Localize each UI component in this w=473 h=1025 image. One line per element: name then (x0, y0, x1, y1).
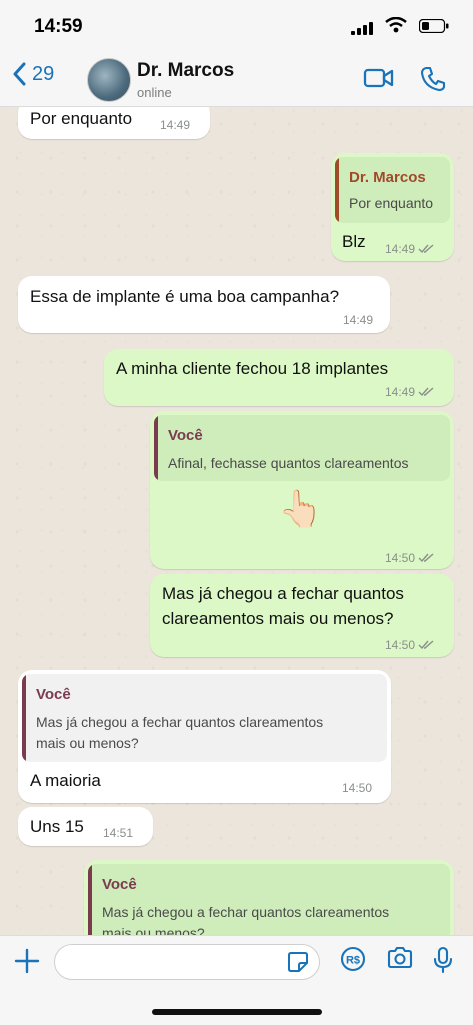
phone-call-icon[interactable] (420, 66, 446, 92)
video-call-icon[interactable] (363, 66, 395, 90)
message-incoming[interactable]: Uns 15 14:51 (18, 807, 153, 846)
quoted-text-line: mais ou menos? (36, 735, 139, 751)
camera-icon[interactable] (386, 946, 414, 970)
message-composer: R$ (0, 935, 473, 1025)
message-text: Essa de implante é uma boa campanha? (30, 287, 340, 306)
status-time: 14:59 (34, 16, 83, 37)
quoted-text: Por enquanto (349, 195, 434, 211)
message-time: 14:49 (385, 242, 416, 256)
chat-header: 29 Dr. Marcos online (0, 52, 473, 107)
message-time: 14:49 (385, 385, 416, 399)
message-outgoing[interactable]: Você Afinal, fechasse quantos clareament… (150, 411, 454, 569)
double-check-icon (418, 244, 434, 254)
double-check-icon (418, 640, 434, 650)
message-outgoing[interactable]: Dr. Marcos Por enquanto Blz 14:49 (331, 153, 454, 261)
message-meta: 14:50 (385, 551, 435, 565)
message-text: A maioria (30, 771, 101, 790)
message-meta: 14:50 (385, 638, 435, 652)
payment-icon[interactable]: R$ (340, 946, 366, 972)
chat-area[interactable]: Por enquanto 14:49 Dr. Marcos Por enquan… (0, 107, 473, 935)
contact-info[interactable]: Dr. Marcos online (137, 60, 234, 100)
message-text: A minha cliente fechou 18 implantes (116, 359, 389, 378)
quoted-message[interactable]: Você Afinal, fechasse quantos clareament… (154, 415, 450, 481)
quoted-text: Afinal, fechasse quantos clareamentos (168, 455, 409, 471)
status-bar: 14:59 (0, 0, 473, 52)
quoted-author: Você (36, 686, 71, 703)
message-meta: 14:49 (385, 385, 435, 399)
message-input[interactable] (67, 951, 271, 975)
svg-text:R$: R$ (346, 955, 360, 967)
message-incoming[interactable]: Você Mas já chegou a fechar quantos clar… (18, 670, 391, 803)
battery-icon (419, 19, 449, 33)
avatar[interactable] (87, 58, 131, 102)
microphone-icon[interactable] (432, 946, 454, 974)
message-time: 14:51 (103, 826, 134, 840)
message-text: Blz (342, 232, 366, 251)
signal-icon (351, 22, 373, 35)
message-incoming[interactable]: Essa de implante é uma boa campanha? 14:… (18, 276, 390, 333)
double-check-icon (418, 553, 434, 563)
contact-name: Dr. Marcos (137, 60, 235, 81)
message-time: 14:49 (160, 118, 191, 132)
home-indicator (152, 1009, 322, 1015)
quoted-message[interactable]: Você Mas já chegou a fechar quantos clar… (22, 674, 387, 762)
message-text-line: Mas já chegou a fechar quantos (162, 584, 404, 603)
pointing-up-emoji: 👆🏻 (278, 488, 323, 529)
quoted-author: Você (168, 427, 203, 444)
wifi-icon (385, 17, 407, 33)
message-outgoing[interactable]: Mas já chegou a fechar quantos clareamen… (150, 574, 454, 657)
message-time: 14:50 (385, 551, 416, 565)
message-outgoing[interactable]: A minha cliente fechou 18 implantes 14:4… (104, 349, 454, 406)
message-incoming[interactable]: Por enquanto 14:49 (18, 107, 210, 139)
quoted-message[interactable]: Você Mas já chegou a fechar quantos clar… (88, 864, 450, 935)
message-input-box[interactable] (54, 944, 320, 980)
double-check-icon (418, 387, 434, 397)
message-meta: 14:49 (385, 242, 435, 256)
message-time: 14:50 (385, 638, 416, 652)
quoted-author: Dr. Marcos (349, 169, 426, 186)
unread-count: 29 (32, 62, 55, 85)
back-button[interactable]: 29 (12, 62, 54, 86)
message-time: 14:50 (342, 781, 373, 795)
quoted-text-line: mais ou menos? (102, 925, 205, 935)
quoted-author: Você (102, 876, 137, 893)
chevron-left-icon (13, 62, 26, 86)
sticker-icon[interactable] (287, 951, 309, 973)
quoted-text-line: Mas já chegou a fechar quantos clareamen… (102, 904, 390, 920)
quoted-message[interactable]: Dr. Marcos Por enquanto (335, 157, 450, 223)
message-time: 14:49 (343, 313, 374, 327)
contact-status: online (137, 85, 172, 100)
message-text: Uns 15 (30, 817, 84, 836)
plus-icon[interactable] (14, 948, 40, 974)
message-outgoing[interactable]: Você Mas já chegou a fechar quantos clar… (84, 860, 454, 935)
quoted-text-line: Mas já chegou a fechar quantos clareamen… (36, 714, 324, 730)
message-text: Por enquanto (30, 109, 133, 128)
message-text-line: clareamentos mais ou menos? (162, 609, 394, 628)
